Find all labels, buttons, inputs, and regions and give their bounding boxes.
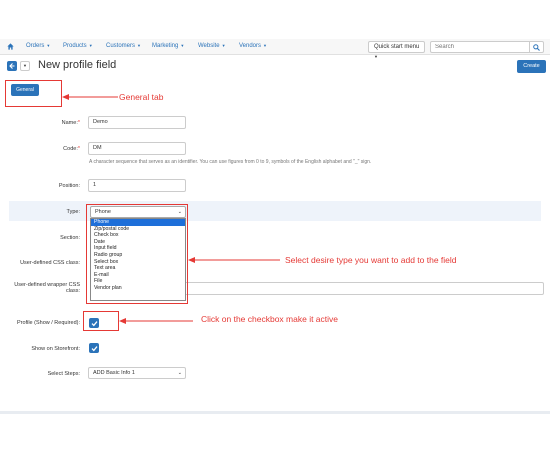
chevron-down-icon: ▼ [221, 43, 226, 48]
nav-vendors[interactable]: Vendors ▼ [239, 43, 267, 49]
annotation-general-tab: General tab [119, 92, 164, 102]
search-input[interactable] [430, 41, 530, 53]
steps-select[interactable]: ADD Basic Info 1 ⌄ [88, 367, 186, 379]
nav-customers[interactable]: Customers ▼ [106, 43, 141, 49]
position-input[interactable]: 1 [88, 179, 186, 192]
chevron-down-icon: ▼ [180, 43, 185, 48]
type-label: Type: [66, 209, 80, 215]
wrapper-css-class-label: User-defined wrapper CSS class: [14, 282, 80, 294]
search-button[interactable] [530, 41, 544, 53]
code-input[interactable]: DM [88, 142, 186, 155]
home-icon[interactable] [7, 43, 14, 50]
profile-label: Profile (Show / Required): [17, 320, 80, 326]
code-hint: A character sequence that serves as an i… [89, 159, 372, 165]
storefront-checkbox[interactable] [89, 343, 99, 353]
back-button[interactable] [7, 61, 17, 71]
chevron-down-icon: ⌄ [177, 370, 182, 376]
footer-divider [0, 411, 550, 414]
nav-website[interactable]: Website ▼ [198, 43, 226, 49]
annotation-checkbox: Click on the checkbox make it active [201, 314, 339, 324]
section-label: Section: [60, 235, 80, 241]
top-navigation: Orders ▼ Products ▼ Customers ▼ Marketing ▼ … [0, 39, 550, 59]
name-input[interactable]: Demo [88, 116, 186, 129]
name-label: Name:* [61, 120, 80, 126]
css-class-label: User-defined CSS class: [20, 260, 80, 266]
annotation-box-type [86, 204, 188, 304]
annotation-box-general [5, 80, 62, 107]
nav-marketing[interactable]: Marketing ▼ [152, 43, 184, 49]
nav-products[interactable]: Products ▼ [63, 43, 93, 49]
checkmark-icon [91, 345, 97, 351]
steps-label: Select Steps: [47, 371, 80, 377]
quick-start-menu-button[interactable]: Quick start menu ▼ [368, 41, 425, 59]
code-label: Code:* [63, 146, 80, 152]
annotation-arrow-icon [62, 94, 118, 100]
chevron-down-icon: ▼ [263, 43, 267, 48]
title-bar: ▼ New profile field Create [0, 58, 550, 76]
page-title: New profile field [38, 59, 117, 71]
annotation-select-type: Select desire type you want to add to th… [285, 255, 457, 265]
chevron-down-icon: ▼ [46, 43, 51, 48]
annotation-arrow-icon [119, 318, 193, 324]
position-label: Position: [58, 183, 80, 189]
storefront-label: Show on Storefront: [31, 346, 80, 352]
arrow-left-icon [9, 63, 15, 69]
search-icon [533, 44, 540, 51]
wrapper-css-class-input[interactable] [184, 282, 544, 295]
nav-orders[interactable]: Orders ▼ [26, 43, 50, 49]
chevron-down-icon: ▼ [88, 43, 93, 48]
annotation-arrow-icon [188, 257, 280, 263]
annotation-box-checkbox [83, 311, 119, 331]
chevron-down-icon: ▼ [23, 63, 27, 68]
chevron-down-icon: ▼ [137, 43, 141, 48]
create-button[interactable]: Create [517, 60, 546, 73]
page-menu-button[interactable]: ▼ [20, 61, 30, 71]
